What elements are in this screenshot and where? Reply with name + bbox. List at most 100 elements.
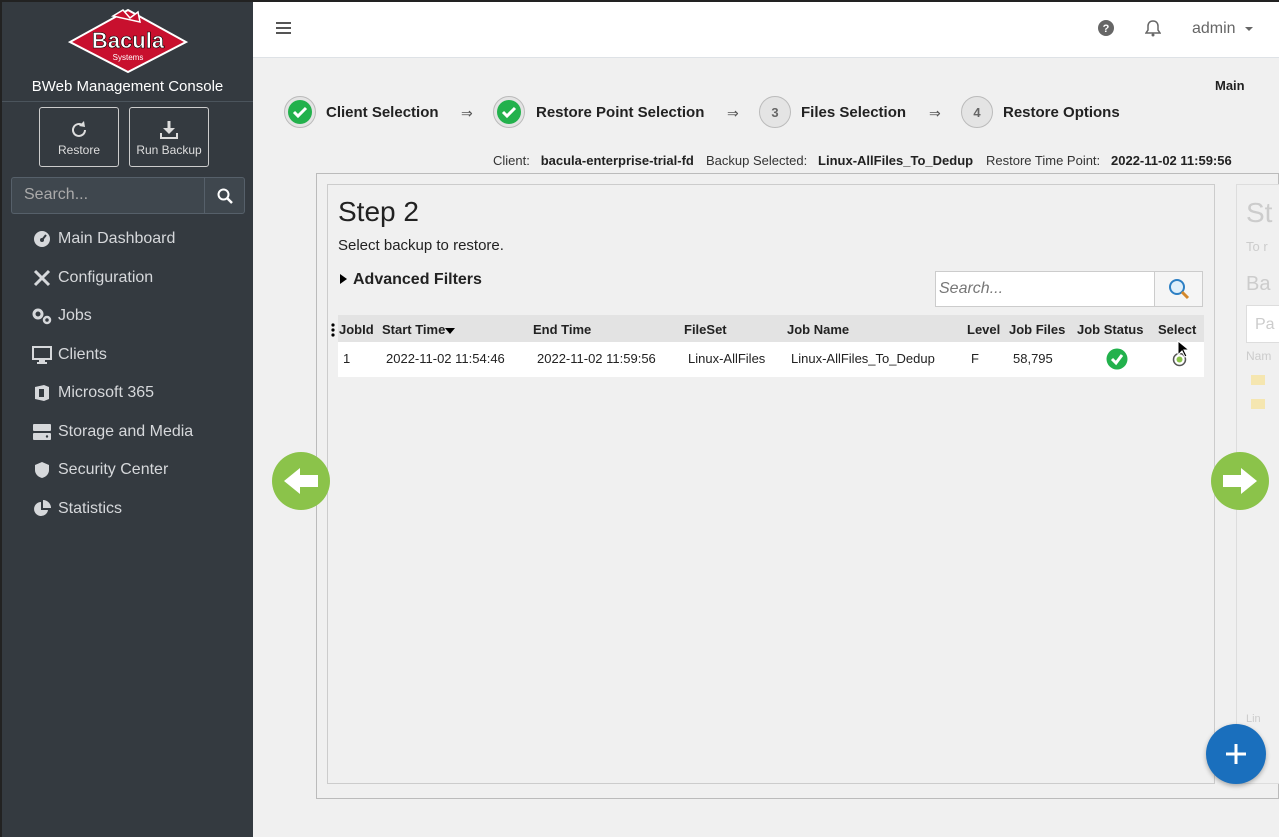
backup-label: Backup Selected:: [706, 153, 808, 168]
header-job-files[interactable]: Job Files: [1009, 322, 1065, 337]
header-jobid[interactable]: JobId: [339, 322, 374, 337]
topbar: ? admin: [253, 0, 1279, 58]
user-menu[interactable]: admin: [1192, 20, 1254, 38]
dashboard-icon: [32, 229, 52, 249]
step-2-status[interactable]: [493, 96, 525, 128]
wizard-steps: Client Selection ⇒ Restore Point Selecti…: [0, 96, 1279, 130]
tools-icon: [32, 268, 52, 288]
sidebar-item-label: Statistics: [58, 499, 123, 517]
sidebar-search: Search...: [11, 177, 245, 214]
folder-icon: [1251, 375, 1265, 385]
gears-icon: [32, 306, 52, 326]
sidebar-item-configuration[interactable]: Configuration: [2, 259, 253, 298]
chevron-down-icon: [1245, 26, 1254, 31]
step-3-label[interactable]: Files Selection: [801, 104, 906, 121]
sidebar-item-label: Storage and Media: [58, 422, 194, 440]
header-fileset[interactable]: FileSet: [684, 322, 727, 337]
advanced-filters-toggle[interactable]: Advanced Filters: [340, 271, 482, 289]
backup-value: Linux-AllFiles_To_Dedup: [818, 153, 974, 168]
next-step-footer: Lin: [1246, 713, 1261, 725]
step-3-status[interactable]: 3: [759, 96, 791, 128]
advanced-filters-label: Advanced Filters: [353, 271, 482, 288]
plus-icon: [1226, 744, 1246, 764]
office-icon: [32, 383, 52, 403]
svg-text:?: ?: [1103, 23, 1110, 35]
sidebar-item-security-center[interactable]: Security Center: [2, 451, 253, 490]
step-arrow: ⇒: [929, 105, 941, 121]
backups-table: JobId Start Time End Time FileSet Job Na…: [331, 315, 1204, 377]
brand: Bacula Systems BWeb Management Console: [2, 2, 253, 102]
step-2-label[interactable]: Restore Point Selection: [536, 104, 704, 121]
cell-level: F: [971, 351, 979, 366]
client-value: bacula-enterprise-trial-fd: [540, 153, 694, 168]
header-level[interactable]: Level: [967, 322, 1000, 337]
header-end-time[interactable]: End Time: [533, 322, 591, 337]
table-header: JobId Start Time End Time FileSet Job Na…: [331, 315, 1204, 342]
sidebar-item-label: Configuration: [58, 268, 154, 286]
sidebar-search-button[interactable]: [204, 177, 245, 214]
sidebar-item-statistics[interactable]: Statistics: [2, 490, 253, 529]
sidebar-item-jobs[interactable]: Jobs: [2, 297, 253, 336]
sidebar-item-label: Jobs: [58, 307, 92, 325]
step-1-status[interactable]: [284, 96, 316, 128]
sidebar-search-input[interactable]: Search...: [11, 177, 204, 214]
backup-info: Backup Selected: Linux-AllFiles_To_Dedup: [706, 153, 973, 168]
next-step-input: Pa: [1246, 305, 1279, 343]
step-4-status[interactable]: 4: [961, 96, 993, 128]
table-row[interactable]: 1 2022-11-02 11:54:46 2022-11-02 11:59:5…: [338, 340, 1204, 377]
sidebar-item-label: Microsoft 365: [58, 384, 155, 402]
arrow-right-icon: [1223, 468, 1257, 494]
mouse-cursor-icon: [1177, 340, 1189, 358]
check-circle-icon: [288, 100, 312, 124]
user-name: admin: [1192, 20, 1236, 37]
time-label: Restore Time Point:: [986, 153, 1101, 168]
sidebar-nav: Main Dashboard Configuration Jobs Client…: [2, 220, 253, 528]
table-search-input[interactable]: Search...: [935, 271, 1154, 307]
table-search-button[interactable]: [1154, 271, 1203, 307]
cell-start-time: 2022-11-02 11:54:46: [386, 351, 505, 366]
header-job-name[interactable]: Job Name: [787, 322, 849, 337]
sidebar-item-microsoft-365[interactable]: Microsoft 365: [2, 374, 253, 413]
sidebar-item-label: Clients: [58, 345, 107, 363]
sidebar-item-main-dashboard[interactable]: Main Dashboard: [2, 220, 253, 259]
monitor-icon: [32, 345, 52, 365]
sidebar-item-storage-and-media[interactable]: Storage and Media: [2, 413, 253, 452]
cell-end-time: 2022-11-02 11:59:56: [537, 351, 656, 366]
hamburger-menu-icon[interactable]: [276, 20, 292, 36]
time-info: Restore Time Point: 2022-11-02 11:59:56: [986, 153, 1232, 168]
search-icon: [217, 188, 233, 204]
header-job-status[interactable]: Job Status: [1077, 322, 1143, 337]
magnifier-icon: [1168, 279, 1189, 300]
breadcrumb[interactable]: Main: [1215, 78, 1245, 93]
add-fab-button[interactable]: [1206, 724, 1266, 784]
step-number: 3: [771, 104, 779, 120]
notification-bell-icon[interactable]: [1145, 19, 1161, 37]
arrow-left-icon: [284, 468, 318, 494]
previous-step-button[interactable]: [272, 452, 330, 510]
console-title: BWeb Management Console: [31, 78, 224, 95]
status-ok-icon: [1106, 348, 1128, 370]
step-4-label[interactable]: Restore Options: [1003, 104, 1120, 121]
shield-icon: [32, 460, 52, 480]
table-search: Search...: [935, 271, 1203, 307]
header-start-time[interactable]: Start Time: [382, 322, 456, 337]
help-icon[interactable]: ?: [1097, 19, 1115, 37]
check-circle-icon: [497, 100, 521, 124]
bacula-logo[interactable]: Bacula Systems: [67, 8, 188, 74]
next-step-button[interactable]: [1211, 452, 1269, 510]
svg-text:Systems: Systems: [112, 53, 143, 62]
sidebar-item-label: Security Center: [58, 461, 169, 479]
step-description: Select backup to restore.: [338, 237, 504, 254]
storage-icon: [32, 422, 52, 442]
next-step-desc: To r: [1246, 239, 1268, 254]
client-info: Client: bacula-enterprise-trial-fd: [493, 153, 694, 168]
column-menu-icon[interactable]: [331, 323, 335, 337]
run-backup-label: Run Backup: [136, 143, 202, 157]
cell-jobid: 1: [343, 351, 351, 366]
next-step-column: Nam: [1246, 349, 1272, 363]
header-label: Start Time: [382, 322, 446, 337]
pie-chart-icon: [32, 499, 52, 519]
header-select[interactable]: Select: [1158, 322, 1196, 337]
step-1-label[interactable]: Client Selection: [326, 104, 439, 121]
sidebar-item-clients[interactable]: Clients: [2, 336, 253, 375]
